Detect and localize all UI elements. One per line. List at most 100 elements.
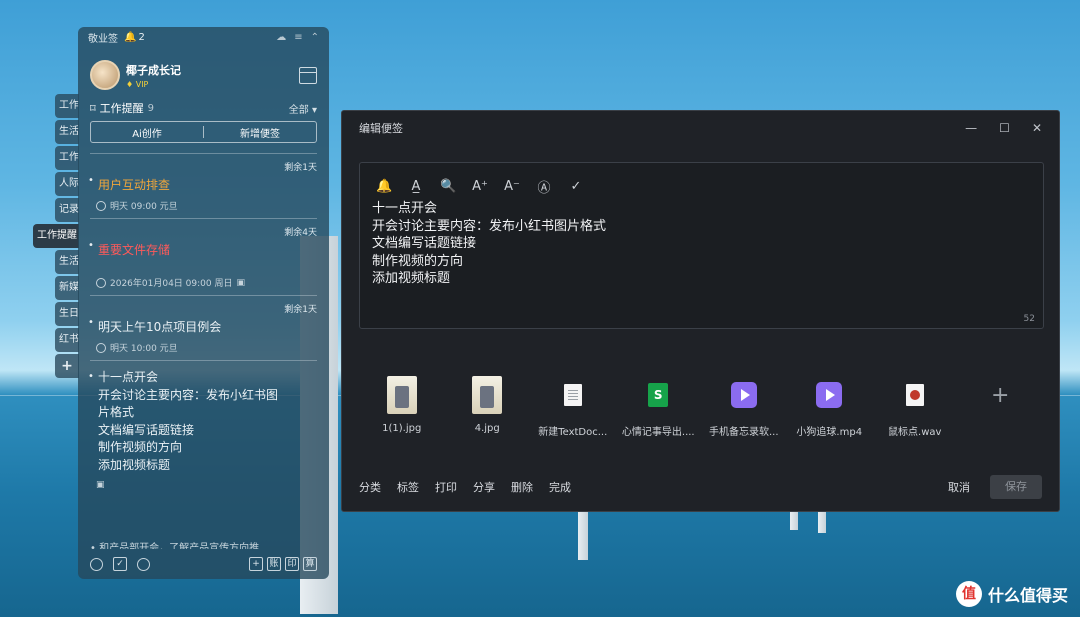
tab-work-2[interactable]: 工作 <box>55 146 79 170</box>
note-line: 开会讨论主要内容：发布小红书图 <box>98 387 279 402</box>
remaining-days: 剩余1天 <box>284 305 317 315</box>
attachment-icon: ▣ <box>236 277 245 288</box>
print-button[interactable]: 打印 <box>435 479 457 495</box>
attachment-name: 新建TextDoc... <box>538 427 608 438</box>
cloud-sync-icon[interactable]: ☁ <box>276 32 286 43</box>
note-line: 十一点开会 <box>88 368 317 387</box>
attachment-item[interactable]: 新建TextDoc... <box>530 377 616 438</box>
bell-icon[interactable]: 🔔 <box>376 179 392 194</box>
remaining-days: 剩余1天 <box>284 163 317 173</box>
font-increase-icon[interactable]: A⁺ <box>472 179 488 194</box>
bookmark-icon: ⌑ <box>90 101 96 115</box>
clock-icon[interactable] <box>90 557 103 571</box>
text-document-icon <box>563 384 582 406</box>
list-item[interactable]: 剩余4天 重要文件存储 2026年01月04日 09:00 周日▣ <box>88 218 317 295</box>
avatar[interactable] <box>90 60 120 90</box>
text-color-icon[interactable]: A̲ <box>408 179 424 194</box>
ai-icon[interactable]: Ⓐ <box>536 177 552 196</box>
remaining-days: 剩余4天 <box>284 228 317 238</box>
font-decrease-icon[interactable]: A⁻ <box>504 179 520 194</box>
watermark-text: 什么值得买 <box>987 586 1068 605</box>
tab-work-reminder[interactable]: 工作提醒 <box>33 224 79 248</box>
add-tab-button[interactable]: + <box>55 354 79 378</box>
cancel-button[interactable]: 取消 <box>948 479 970 495</box>
note-title: 明天上午10点项目例会 <box>88 317 317 335</box>
ai-create-button[interactable]: Ai创作 <box>91 125 203 140</box>
search-icon[interactable]: 🔍 <box>440 179 456 194</box>
menu-icon[interactable]: ≡ <box>294 32 302 43</box>
attachment-icon: ▣ <box>96 480 105 490</box>
filter-dropdown[interactable]: 全部 ▾ <box>289 101 317 116</box>
attachment-item[interactable]: 鼠标点.wav <box>872 377 958 438</box>
collapse-icon[interactable]: ⌃ <box>311 32 319 43</box>
category-button[interactable]: 分类 <box>359 479 381 495</box>
save-button[interactable]: 保存 <box>990 475 1042 499</box>
calendar-icon[interactable] <box>299 66 317 84</box>
note-title: 重要文件存储 <box>88 240 317 258</box>
attachment-item[interactable]: 1(1).jpg <box>359 376 445 437</box>
checkbox-icon[interactable]: ✓ <box>113 557 127 571</box>
note-reminder: 明天 10:00 元旦 <box>90 341 317 354</box>
attachment-item[interactable]: 手机备忘录软... <box>701 377 787 438</box>
panel-header: 敬业签 🔔 2 ☁ ≡ ⌃ <box>78 27 329 47</box>
tab-records[interactable]: 记录 <box>55 198 79 222</box>
note-content[interactable]: 十一点开会 开会讨论主要内容：发布小红书图片格式 文档编写话题链接 制作视频的方… <box>360 197 1043 291</box>
note-line: 文档编写话题链接 <box>98 422 195 437</box>
notification-badge[interactable]: 🔔 2 <box>124 32 145 43</box>
attachment-item[interactable]: S 心情记事导出.... <box>616 377 702 438</box>
add-attachment-button[interactable]: + <box>958 377 1044 437</box>
tag-button[interactable]: 标签 <box>397 479 419 495</box>
account-button[interactable]: 账 <box>267 557 281 571</box>
content-line: 添加视频标题 <box>372 271 451 286</box>
note-editor[interactable]: 🔔 A̲ 🔍 A⁺ A⁻ Ⓐ ✓ 十一点开会 开会讨论主要内容：发布小红书图片格… <box>359 162 1044 329</box>
tab-people[interactable]: 人际 <box>55 172 79 196</box>
share-button[interactable]: 分享 <box>473 479 495 495</box>
note-line: 制作视频的方向 <box>98 440 183 454</box>
user-name: 椰子成长记 <box>126 63 181 77</box>
note-title: 用户互动排查 <box>88 175 317 193</box>
new-note-button[interactable]: 新增便签 <box>204 125 316 140</box>
tab-red-book[interactable]: 红书 <box>55 328 79 352</box>
audio-file-icon <box>905 384 924 406</box>
complete-button[interactable]: 完成 <box>549 479 571 495</box>
video-file-icon <box>816 382 843 408</box>
attachment-name: 4.jpg <box>474 423 500 434</box>
add-button[interactable]: + <box>249 557 263 571</box>
user-profile: 椰子成长记 ♦ VIP <box>78 53 329 97</box>
maximize-icon[interactable]: ☐ <box>999 121 1010 135</box>
action-bar: Ai创作 新增便签 <box>90 121 317 143</box>
image-thumbnail-icon <box>386 376 417 414</box>
tab-life-1[interactable]: 生活 <box>55 120 79 144</box>
note-reminder: 2026年01月04日 09:00 周日 ▣ <box>90 276 317 289</box>
attachment-name: 小狗追球.mp4 <box>796 427 863 438</box>
search-icon[interactable] <box>137 557 150 571</box>
attachment-name: 鼠标点.wav <box>888 427 942 438</box>
list-item[interactable]: 剩余1天 用户互动排查 明天 09:00 元旦 <box>88 153 317 218</box>
spreadsheet-icon: S <box>648 383 669 407</box>
tab-new-media[interactable]: 新媒 <box>55 276 79 300</box>
minimize-icon[interactable]: — <box>965 121 977 135</box>
attachments: 1(1).jpg 4.jpg 新建TextDoc... S 心情记事导出....… <box>359 376 1044 438</box>
clock-icon <box>96 277 106 288</box>
close-icon[interactable]: ✕ <box>1032 121 1042 135</box>
tab-birthday[interactable]: 生日 <box>55 302 79 326</box>
app-title: 敬业签 <box>88 33 118 45</box>
note-list: 剩余1天 用户互动排查 明天 09:00 元旦 剩余4天 重要文件存储 2026… <box>78 153 329 496</box>
print-button[interactable]: 印 <box>285 557 299 571</box>
delete-button[interactable]: 删除 <box>511 479 533 495</box>
list-item[interactable]: 十一点开会 开会讨论主要内容：发布小红书图 片格式 文档编写话题链接 制作视频的… <box>88 360 317 496</box>
check-icon[interactable]: ✓ <box>568 179 584 194</box>
format-toolbar: 🔔 A̲ 🔍 A⁺ A⁻ Ⓐ ✓ <box>360 163 1043 197</box>
section-count: 9 <box>147 102 155 114</box>
attachment-item[interactable]: 4.jpg <box>445 376 531 437</box>
list-item[interactable]: 剩余1天 明天上午10点项目例会 明天 10:00 元旦 <box>88 295 317 360</box>
watermark: 值 什么值得买 <box>955 581 1068 607</box>
calculate-button[interactable]: 算 <box>303 557 317 571</box>
truncated-note[interactable]: • 和产品部开会，了解产品宣传方向推 <box>90 539 317 549</box>
content-line: 开会讨论主要内容：发布小红书图片格式 <box>372 218 607 234</box>
attachment-item[interactable]: 小狗追球.mp4 <box>787 377 873 438</box>
clock-icon <box>96 200 106 211</box>
tab-work-1[interactable]: 工作 <box>55 94 79 118</box>
tab-life-2[interactable]: 生活 <box>55 250 79 274</box>
attachment-name: 手机备忘录软... <box>708 427 779 438</box>
